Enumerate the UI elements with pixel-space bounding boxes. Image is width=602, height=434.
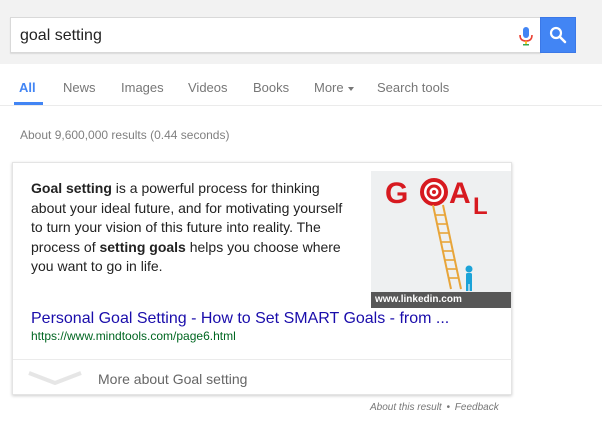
svg-text:L: L — [473, 193, 488, 220]
image-credit[interactable]: www.linkedin.com — [371, 292, 511, 308]
featured-snippet-text: Goal setting is a powerful process for t… — [31, 179, 356, 277]
result-stats: About 9,600,000 results (0.44 seconds) — [20, 128, 230, 142]
microphone-icon[interactable] — [517, 26, 535, 46]
search-header: goal setting — [0, 0, 602, 64]
search-query[interactable]: goal setting — [20, 27, 102, 45]
tab-videos[interactable]: Videos — [188, 80, 228, 95]
tab-books[interactable]: Books — [253, 80, 289, 95]
tab-search-tools[interactable]: Search tools — [377, 80, 449, 95]
footer-separator: • — [446, 402, 451, 413]
tab-news[interactable]: News — [63, 80, 96, 95]
search-tabs: All News Images Videos Books More Search… — [0, 64, 602, 106]
result-title-link[interactable]: Personal Goal Setting - How to Set SMART… — [31, 310, 449, 328]
tab-all[interactable]: All — [19, 80, 36, 95]
tab-more[interactable]: More — [314, 80, 354, 95]
goal-ladder-illustration: G A L — [371, 171, 511, 308]
snippet-part: Goal setting — [31, 180, 112, 196]
caret-down-icon — [347, 86, 354, 91]
card-divider — [13, 359, 513, 360]
goal-word: G — [385, 177, 408, 210]
knowledge-card: Goal setting is a powerful process for t… — [12, 162, 513, 395]
snippet-part: setting goals — [99, 238, 186, 255]
result-url: https://www.mindtools.com/page6.html — [31, 329, 236, 343]
active-tab-indicator — [14, 102, 43, 105]
tab-more-label: More — [314, 80, 344, 95]
tab-images[interactable]: Images — [121, 80, 164, 95]
search-button[interactable] — [540, 17, 576, 53]
result-footer: About this result • Feedback — [370, 402, 499, 413]
snippet-image[interactable]: G A L www.linkedin.com — [371, 171, 511, 308]
search-input[interactable]: goal setting — [10, 17, 541, 53]
svg-text:A: A — [449, 177, 471, 210]
feedback-link[interactable]: Feedback — [455, 402, 499, 413]
more-about-link[interactable]: More about Goal setting — [98, 371, 247, 387]
chevron-down-icon[interactable] — [27, 371, 83, 385]
search-icon — [549, 26, 567, 44]
about-this-result-link[interactable]: About this result — [370, 402, 442, 413]
